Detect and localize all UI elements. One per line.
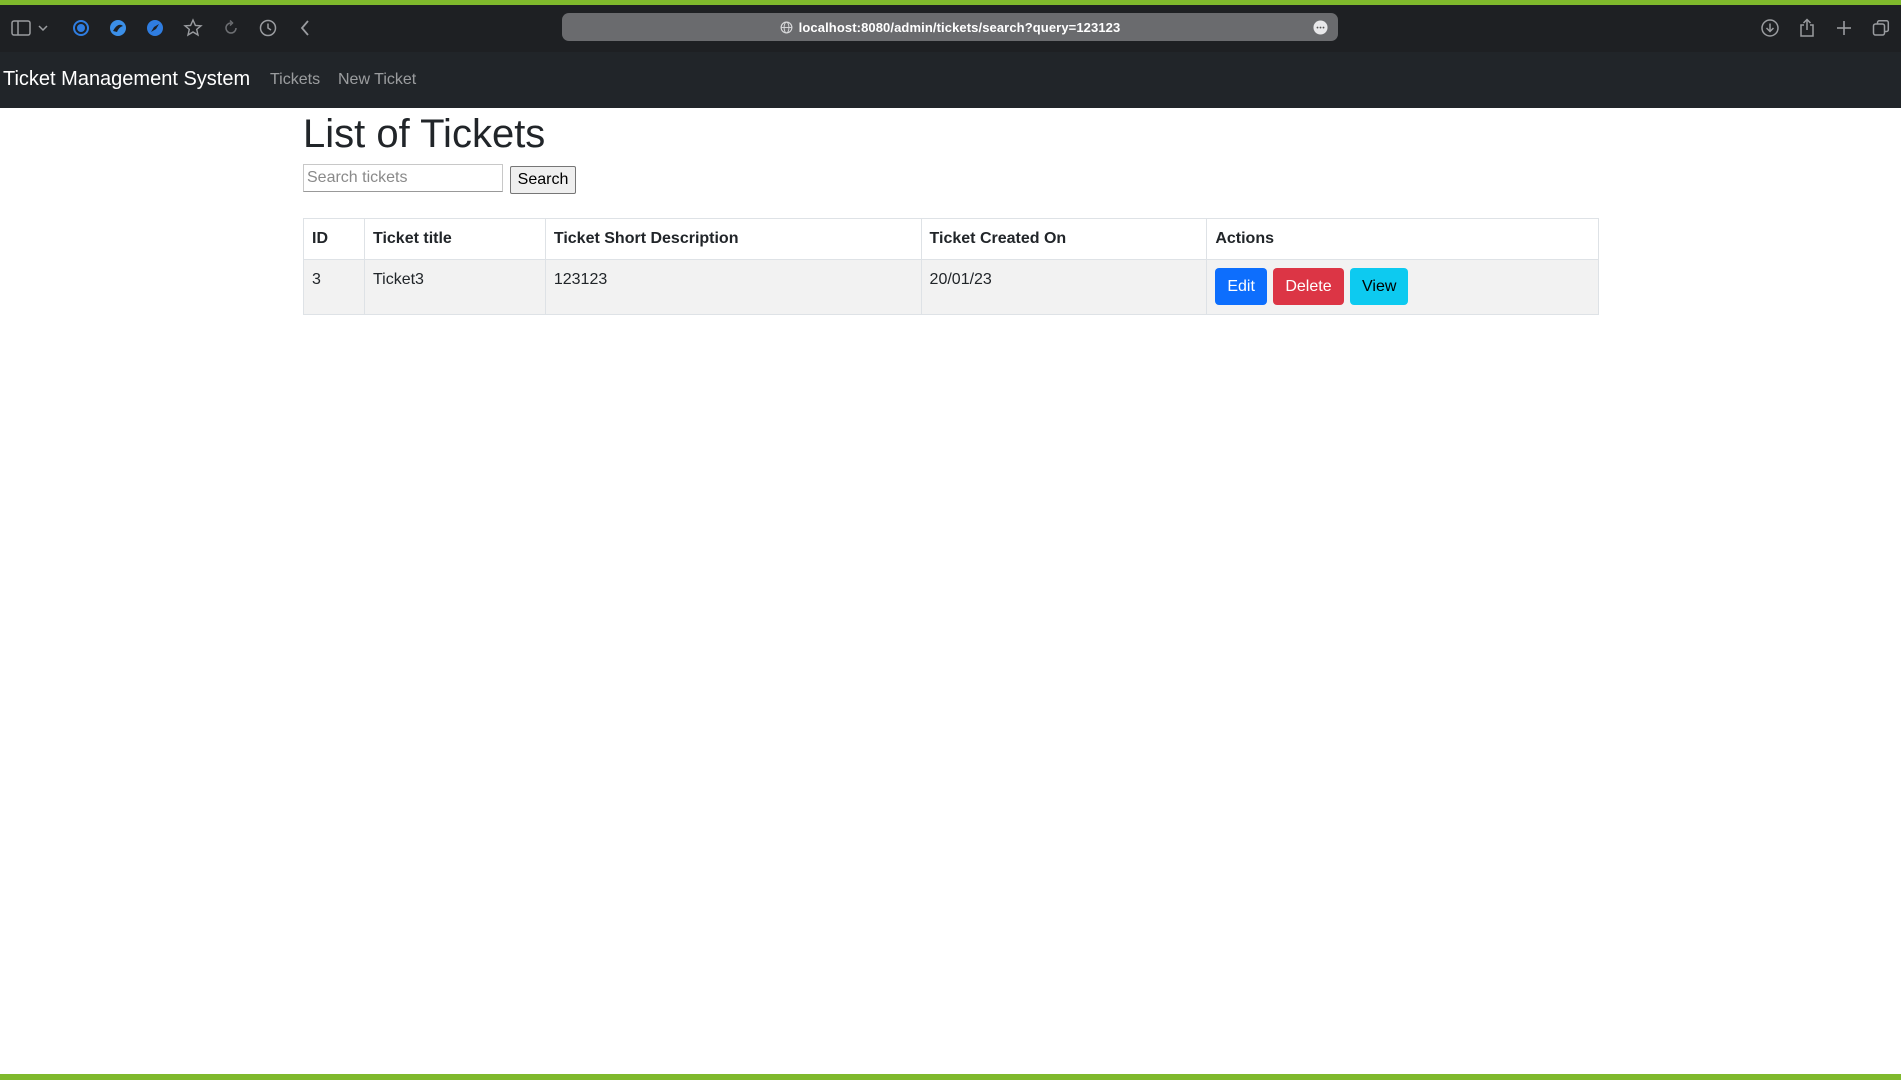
app-navbar: Ticket Management System Tickets New Tic… — [0, 52, 1901, 108]
extension-blue-bird-icon[interactable] — [105, 15, 131, 41]
table-row: 3 Ticket3 123123 20/01/23 Edit Delete Vi… — [303, 259, 1599, 315]
search-input[interactable] — [303, 164, 503, 192]
column-header-created-on: Ticket Created On — [920, 218, 1208, 260]
browser-toolbar: localhost:8080/admin/tickets/search?quer… — [0, 5, 1901, 52]
reload-icon[interactable] — [218, 15, 244, 41]
ticket-created-on: 20/01/23 — [920, 259, 1208, 315]
ticket-id: 3 — [303, 259, 365, 315]
sidebar-icon[interactable] — [8, 15, 34, 41]
ticket-description: 123123 — [544, 259, 922, 315]
address-bar[interactable]: localhost:8080/admin/tickets/search?quer… — [562, 13, 1338, 41]
page-title: List of Tickets — [303, 112, 546, 156]
column-header-id: ID — [303, 218, 365, 260]
navbar-brand[interactable]: Ticket Management System — [3, 68, 250, 91]
history-icon[interactable] — [255, 15, 281, 41]
plus-icon[interactable] — [1831, 15, 1857, 41]
back-icon[interactable] — [292, 15, 318, 41]
more-options-icon[interactable] — [1313, 20, 1328, 35]
table-header-row: ID Ticket title Ticket Short Description… — [303, 218, 1599, 260]
bottom-accent-bar — [0, 1074, 1901, 1080]
tickets-table: ID Ticket title Ticket Short Description… — [303, 218, 1599, 315]
nav-link-tickets[interactable]: Tickets — [270, 71, 320, 89]
column-header-actions: Actions — [1206, 218, 1599, 260]
extension-blue-compass-icon[interactable] — [142, 15, 168, 41]
tabs-overview-icon[interactable] — [1868, 15, 1894, 41]
download-icon[interactable] — [1757, 15, 1783, 41]
nav-link-new-ticket[interactable]: New Ticket — [338, 71, 416, 89]
globe-icon — [780, 21, 793, 34]
address-bar-url: localhost:8080/admin/tickets/search?quer… — [798, 19, 1121, 35]
column-header-title: Ticket title — [363, 218, 546, 260]
search-button[interactable]: Search — [510, 166, 576, 194]
star-icon[interactable] — [180, 15, 206, 41]
share-icon[interactable] — [1794, 15, 1820, 41]
extension-blue-circle-icon[interactable] — [68, 15, 94, 41]
column-header-description: Ticket Short Description — [544, 218, 922, 260]
ticket-actions: Edit Delete View — [1206, 259, 1599, 315]
view-button[interactable]: View — [1350, 268, 1409, 305]
chevron-down-icon[interactable] — [36, 15, 50, 41]
ticket-title: Ticket3 — [363, 259, 546, 315]
edit-button[interactable]: Edit — [1215, 268, 1267, 305]
delete-button[interactable]: Delete — [1273, 268, 1344, 305]
